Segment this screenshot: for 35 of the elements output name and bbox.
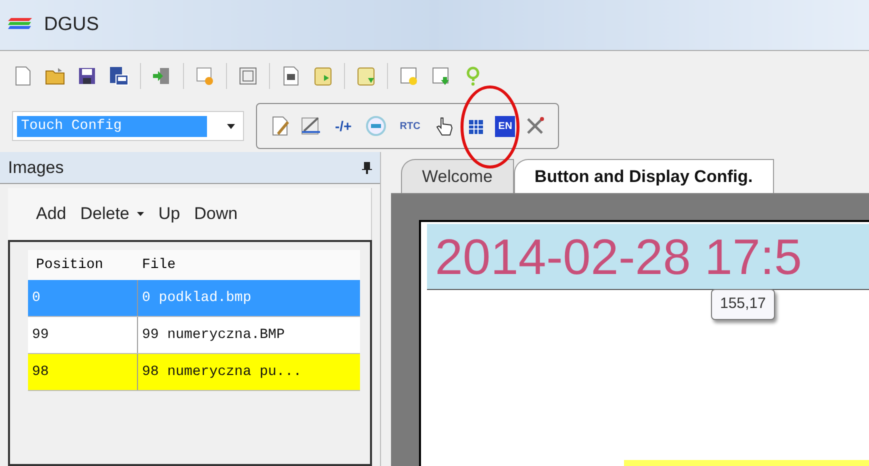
panel-title: Images <box>8 156 64 179</box>
table-cell: 98 <box>28 354 138 390</box>
document-tab[interactable]: Button and Display Config. <box>514 159 774 193</box>
language-button[interactable]: EN <box>495 116 516 136</box>
rtc-button[interactable]: RTC <box>396 118 424 134</box>
window-title: DGUS <box>44 12 99 37</box>
document-download-icon[interactable] <box>430 64 452 86</box>
clipboard-icon[interactable] <box>355 64 377 86</box>
panel-action-button[interactable]: Delete <box>80 201 144 227</box>
table-cell: 0 <box>28 280 138 316</box>
column-header[interactable]: File <box>138 254 180 276</box>
combo-value: Touch Config <box>17 116 207 136</box>
table-row[interactable]: 99 99 numeryczna.BMP <box>28 317 360 354</box>
add-remove-button[interactable]: -/+ <box>331 116 356 136</box>
panel-action-button[interactable]: Down <box>194 201 238 227</box>
table-cell: 99 <box>28 317 138 353</box>
document-tab[interactable]: Welcome <box>401 159 514 193</box>
dropdown-arrow-icon[interactable] <box>227 124 235 128</box>
panel-action-button[interactable]: Up <box>158 201 180 227</box>
caret-icon[interactable] <box>137 212 144 216</box>
column-header[interactable]: Position <box>28 254 138 276</box>
table-cell-text: 98 numeryczna pu... <box>141 362 303 382</box>
coordinates-tooltip: 155,17 <box>711 289 775 320</box>
save-all-icon[interactable] <box>108 64 130 86</box>
frame-icon[interactable] <box>237 64 259 86</box>
app-logo-icon <box>8 18 32 32</box>
clipboard-icon[interactable] <box>312 64 334 86</box>
table-cell-text: 0 podklad.bmp <box>141 288 252 308</box>
component-icon[interactable] <box>194 64 216 86</box>
pin-icon[interactable] <box>362 162 372 174</box>
chart-edit-icon[interactable] <box>300 115 322 137</box>
table-row[interactable]: 98 98 numeryczna pu... <box>28 354 360 391</box>
panel-action-button[interactable]: Add <box>36 201 66 227</box>
table-cell-text: 99 numeryczna.BMP <box>141 326 286 344</box>
date-time-display: 2014-02-28 17:5 <box>435 232 802 282</box>
